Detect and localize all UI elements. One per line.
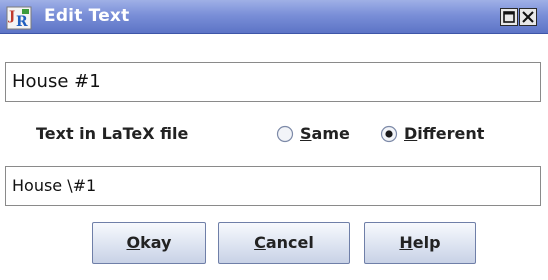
jr-app-icon: J R [6,6,32,30]
text-input[interactable]: House #1 [5,62,541,102]
maximize-button[interactable] [500,8,518,26]
different-radio[interactable] [380,125,398,143]
latex-text-input[interactable]: House \#1 [5,166,541,206]
okay-label-rest: kay [140,233,172,252]
okay-mnemonic: O [126,233,141,252]
cancel-mnemonic: C [254,233,266,252]
different-label-rest: ifferent [417,124,485,143]
edit-text-dialog: J R Edit Text House #1 Text in LaTeX fil… [0,0,548,280]
svg-text:J: J [8,9,15,24]
cancel-label-rest: ancel [265,233,314,252]
help-button[interactable]: Help [364,222,476,264]
help-label-rest: elp [412,233,441,252]
latex-option-row: Text in LaTeX file Same Different [0,112,548,156]
different-radio-label[interactable]: Different [404,124,484,143]
cancel-button[interactable]: Cancel [218,222,350,264]
maximize-icon [503,11,515,23]
radio-selected-icon [380,125,398,143]
same-label-rest: ame [311,124,350,143]
close-icon [522,11,534,23]
title-bar[interactable]: J R Edit Text [0,0,548,34]
latex-option-label: Text in LaTeX file [36,124,189,143]
radio-unselected-icon [276,125,294,143]
different-mnemonic: D [404,124,418,143]
okay-button[interactable]: Okay [92,222,206,264]
same-radio-label[interactable]: Same [300,124,350,143]
window-title: Edit Text [44,6,130,26]
svg-text:R: R [16,14,28,30]
close-button[interactable] [519,8,537,26]
same-radio[interactable] [276,125,294,143]
same-mnemonic: S [300,124,312,143]
help-mnemonic: H [399,233,413,252]
